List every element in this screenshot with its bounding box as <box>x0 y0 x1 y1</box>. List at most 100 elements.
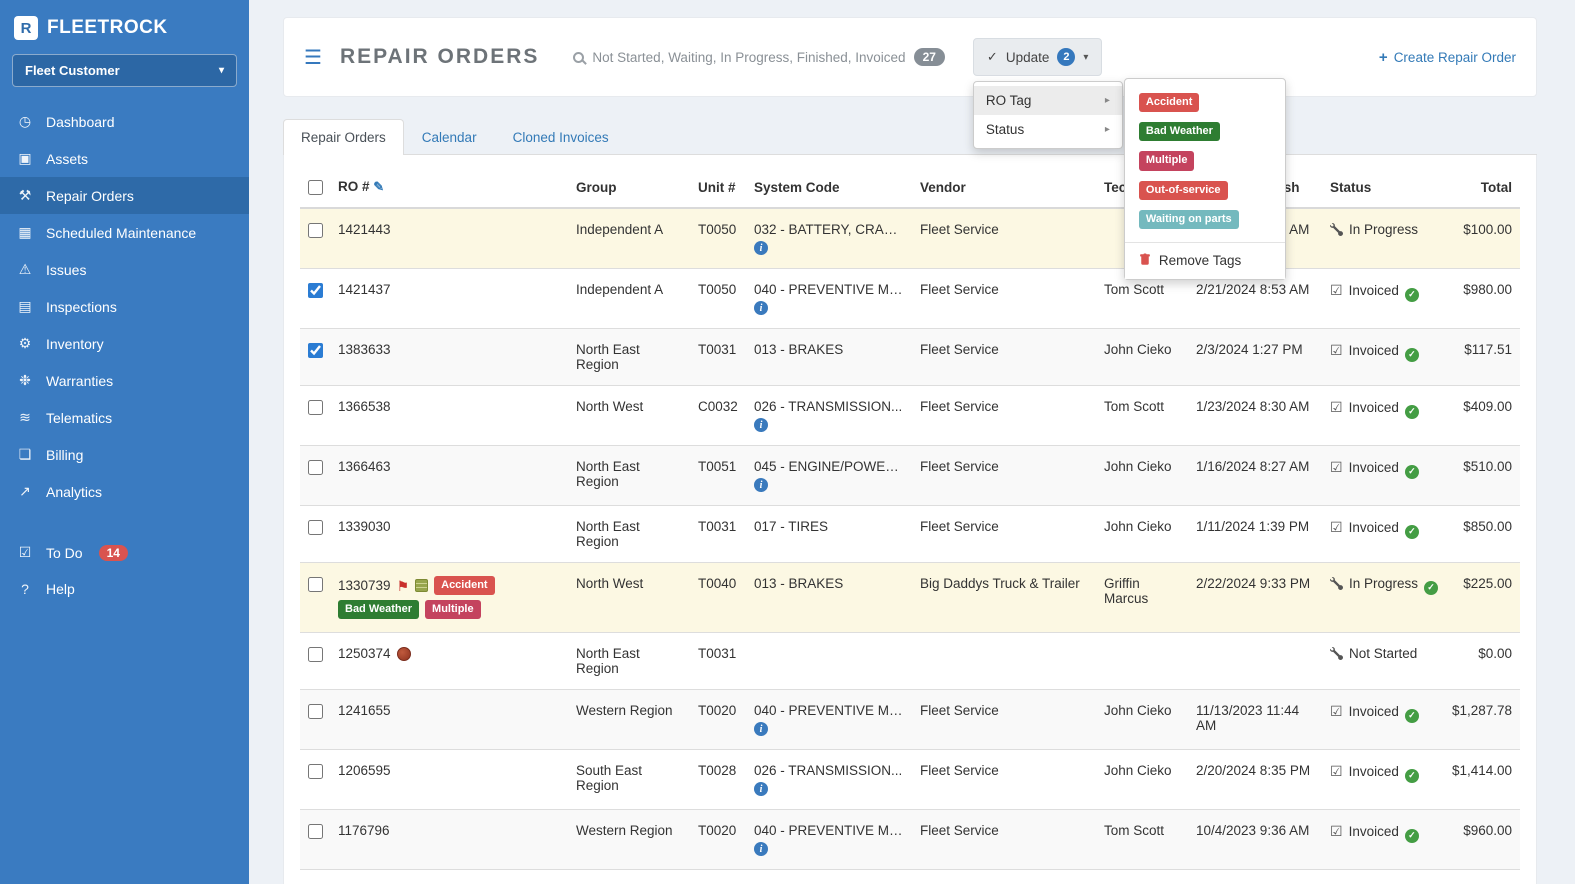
select-all-checkbox[interactable] <box>308 180 323 195</box>
ro-number[interactable]: 1339030 <box>338 519 391 534</box>
vendor-cell: Big Daddys Truck & Trailer <box>912 561 1096 633</box>
remove-tags-button[interactable]: Remove Tags <box>1124 241 1285 279</box>
ro-number[interactable]: 1421437 <box>338 282 391 297</box>
unit-cell: T0031 <box>690 505 746 563</box>
table-row[interactable]: 1176796 Western Region T0020 040 - PREVENTI… <box>300 809 1520 870</box>
customer-selector[interactable]: Fleet Customer ▾ <box>12 54 237 87</box>
table-row[interactable]: 1421443 Independent A T0050 032 - BATTERY, … <box>300 207 1520 269</box>
group-cell: North East Region <box>568 445 690 506</box>
tag-option[interactable]: Bad Weather <box>1138 122 1220 142</box>
row-checkbox[interactable] <box>308 342 323 358</box>
status-label: Invoiced <box>1348 343 1399 358</box>
tab-calendar[interactable]: Calendar <box>404 119 495 155</box>
edit-icon[interactable]: ✎ <box>373 179 384 194</box>
create-repair-order-button[interactable]: + Create Repair Order <box>1379 49 1516 66</box>
ro-number[interactable]: 1250374 <box>338 646 391 661</box>
table-row[interactable]: 1383633 North East Region T0031 013 - BRAKE… <box>300 328 1520 386</box>
ro-wrap: 1366463 <box>338 459 560 474</box>
ro-number[interactable]: 1206595 <box>338 763 391 778</box>
expected-finish-cell: 11/13/2023 11:44 AM <box>1188 689 1322 750</box>
status-filter[interactable]: Not Started, Waiting, In Progress, Finis… <box>573 48 945 66</box>
ro-number[interactable]: 1366538 <box>338 399 391 414</box>
status-label: Invoiced <box>1348 520 1399 535</box>
row-checkbox[interactable] <box>308 222 323 238</box>
system-code-cell: 026 - TRANSMISSION... i <box>746 385 912 446</box>
table-row[interactable]: 1174652South East Region 2S0034040 - PRE… <box>300 869 1520 884</box>
row-checkbox[interactable] <box>308 576 323 592</box>
status-cell: ☑ Invoiced ✓ <box>1322 689 1440 750</box>
status-cell: ☑ Invoiced ✓ <box>1322 328 1440 386</box>
row-checkbox[interactable] <box>308 282 323 298</box>
row-checkbox[interactable] <box>308 824 323 840</box>
row-checkbox[interactable] <box>308 519 323 535</box>
ro-wrap: 1250374 <box>338 646 560 661</box>
column-header-system-code: System Code <box>746 167 912 209</box>
sidebar-item-dashboard[interactable]: ◷ Dashboard <box>0 103 249 140</box>
system-code-cell: 040 - PREVENTIVE MA... i <box>746 268 912 329</box>
sidebar-item-inventory[interactable]: ⚙ Inventory <box>0 325 249 362</box>
sidebar-item-issues[interactable]: ⚠ Issues <box>0 251 249 288</box>
unit-cell: T0031 <box>690 632 746 690</box>
sidebar-item-to-do[interactable]: ☑ To Do 14 <box>0 534 249 571</box>
info-icon[interactable]: i <box>754 782 768 797</box>
tag-option[interactable]: Waiting on parts <box>1138 209 1239 229</box>
menu-item-ro-tag[interactable]: RO Tag ▸ <box>973 86 1122 115</box>
table-row[interactable]: 1366538 North West C0032 026 - TRANSMISSION… <box>300 385 1520 446</box>
ro-number[interactable]: 1366463 <box>338 459 391 474</box>
row-checkbox[interactable] <box>308 764 323 780</box>
table-row[interactable]: 1250374 North East Region T0031 Not Started… <box>300 632 1520 690</box>
info-icon[interactable]: i <box>754 478 768 492</box>
sidebar-item-telematics[interactable]: ≋ Telematics <box>0 399 249 436</box>
sidebar-item-assets[interactable]: ▣ Assets <box>0 140 249 177</box>
sidebar-item-warranties[interactable]: ❉ Warranties <box>0 362 249 399</box>
table-row[interactable]: 1339030 North East Region T0031 017 - TIRES… <box>300 505 1520 563</box>
status-label: Invoiced <box>1348 283 1399 298</box>
ro-number[interactable]: 1330739 <box>338 578 391 593</box>
column-label: Total <box>1480 180 1512 195</box>
table-row[interactable]: 1330739 ⚑ Accident Bad Weather Multiple North… <box>300 561 1520 633</box>
ro-cell: 1174652 <box>330 869 568 884</box>
row-select-cell <box>300 869 330 884</box>
sidebar-item-scheduled-maintenance[interactable]: ▦ Scheduled Maintenance <box>0 214 249 251</box>
total-cell: $1,414.00 <box>1440 749 1520 810</box>
ro-number[interactable]: 1421443 <box>338 222 391 237</box>
ro-number[interactable]: 1241655 <box>338 703 391 718</box>
tag-option[interactable]: Multiple <box>1138 151 1195 171</box>
row-checkbox[interactable] <box>308 647 323 663</box>
sidebar-item-label: Billing <box>46 446 84 463</box>
group-cell: South East Region 2 <box>568 869 690 884</box>
tab-repair-orders[interactable]: Repair Orders <box>283 119 404 155</box>
row-checkbox[interactable] <box>308 704 323 720</box>
row-checkbox[interactable] <box>308 399 323 415</box>
row-checkbox[interactable] <box>308 459 323 475</box>
tab-cloned-invoices[interactable]: Cloned Invoices <box>495 119 627 155</box>
page-header: ☰ REPAIR ORDERS Not Started, Waiting, In… <box>283 17 1537 280</box>
info-icon[interactable]: i <box>754 842 768 857</box>
menu-icon[interactable]: ☰ <box>304 45 322 70</box>
info-icon[interactable]: i <box>754 241 768 255</box>
table-row[interactable]: 1241655 Western Region T0020 040 - PREVENTI… <box>300 689 1520 750</box>
info-icon[interactable]: i <box>754 301 768 315</box>
sidebar-item-help[interactable]: ? Help <box>0 571 249 607</box>
update-button[interactable]: ✓ Update 2 ▾ <box>972 38 1103 76</box>
vendor-cell: Fleet Service <box>912 749 1096 810</box>
ro-number[interactable]: 1383633 <box>338 342 391 357</box>
menu-item-status[interactable]: Status ▸ <box>974 115 1122 144</box>
expected-finish-cell <box>1188 632 1322 690</box>
info-icon[interactable]: i <box>754 418 768 432</box>
table-row[interactable]: 1366463 North East Region T0051 045 - ENGIN… <box>300 445 1520 506</box>
table-row[interactable]: 1421437 Independent A T0050 040 - PREVENTIV… <box>300 268 1520 329</box>
sidebar-item-analytics[interactable]: ↗ Analytics <box>0 473 249 510</box>
info-icon[interactable]: i <box>754 722 768 737</box>
sidebar-item-inspections[interactable]: ▤ Inspections <box>0 288 249 325</box>
ro-number[interactable]: 1176796 <box>338 823 390 838</box>
system-code-cell: 040 - PREVENTIVE MA... i <box>746 689 912 750</box>
sidebar-item-repair-orders[interactable]: ⚒ Repair Orders <box>0 177 249 214</box>
system-code-text: 040 - PREVENTIVE MA... <box>754 823 904 839</box>
sidebar-item-billing[interactable]: ❏ Billing <box>0 436 249 473</box>
column-header-total: Total <box>1440 167 1520 209</box>
tag-option[interactable]: Out-of-service <box>1138 180 1228 200</box>
submenu-arrow-icon: ▸ <box>1104 95 1110 106</box>
tag-option[interactable]: Accident <box>1138 93 1200 113</box>
table-row[interactable]: 1206595 South East Region T0028 026 - TRANS… <box>300 749 1520 810</box>
